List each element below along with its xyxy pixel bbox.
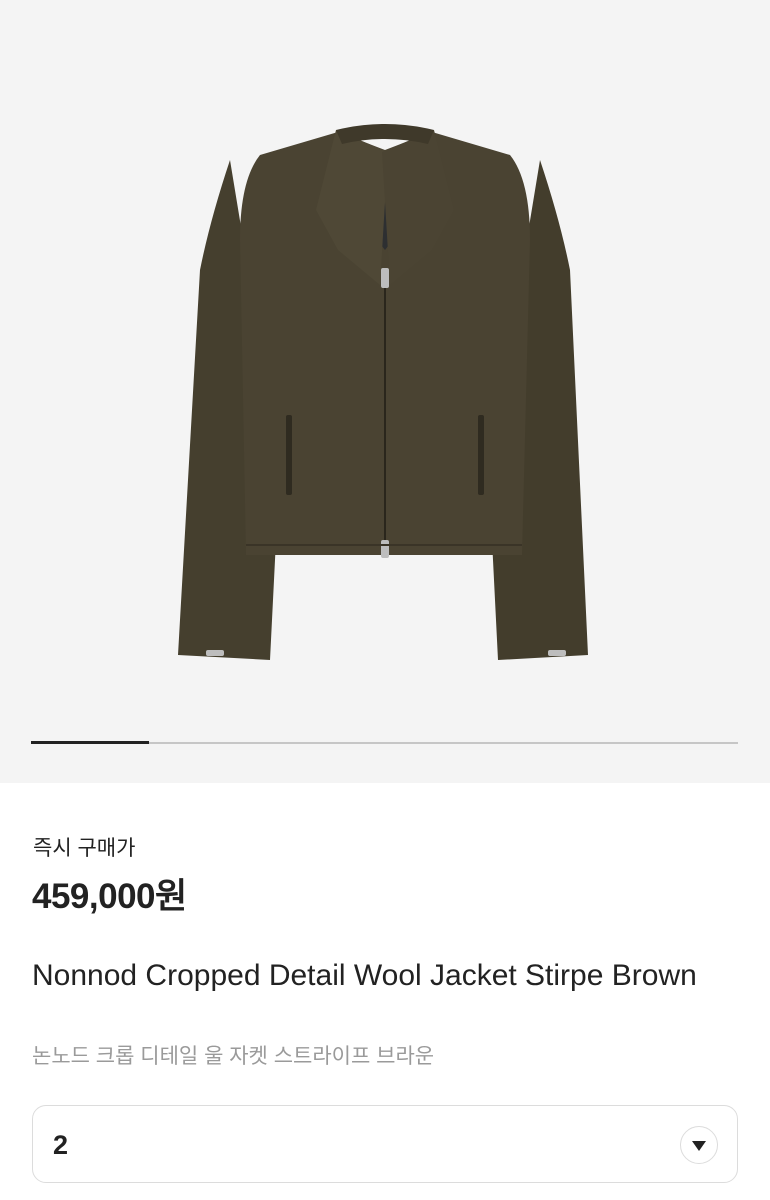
gallery-progress-indicator (31, 741, 150, 744)
size-selected-value: 2 (53, 1130, 69, 1160)
product-image (178, 124, 588, 660)
chevron-down-icon[interactable] (680, 1126, 718, 1164)
product-name-english: Nonnod Cropped Detail Wool Jacket Stirpe… (32, 959, 697, 992)
gallery-progress-track (31, 741, 738, 744)
price-label: 즉시 구매가 (33, 837, 136, 860)
price-value: 459,000원 (32, 877, 187, 916)
product-name-korean: 논노드 크롭 디테일 울 자켓 스트라이프 브라운 (32, 1045, 435, 1068)
product-gallery[interactable] (0, 0, 770, 783)
size-select[interactable]: 2 (32, 1105, 738, 1183)
